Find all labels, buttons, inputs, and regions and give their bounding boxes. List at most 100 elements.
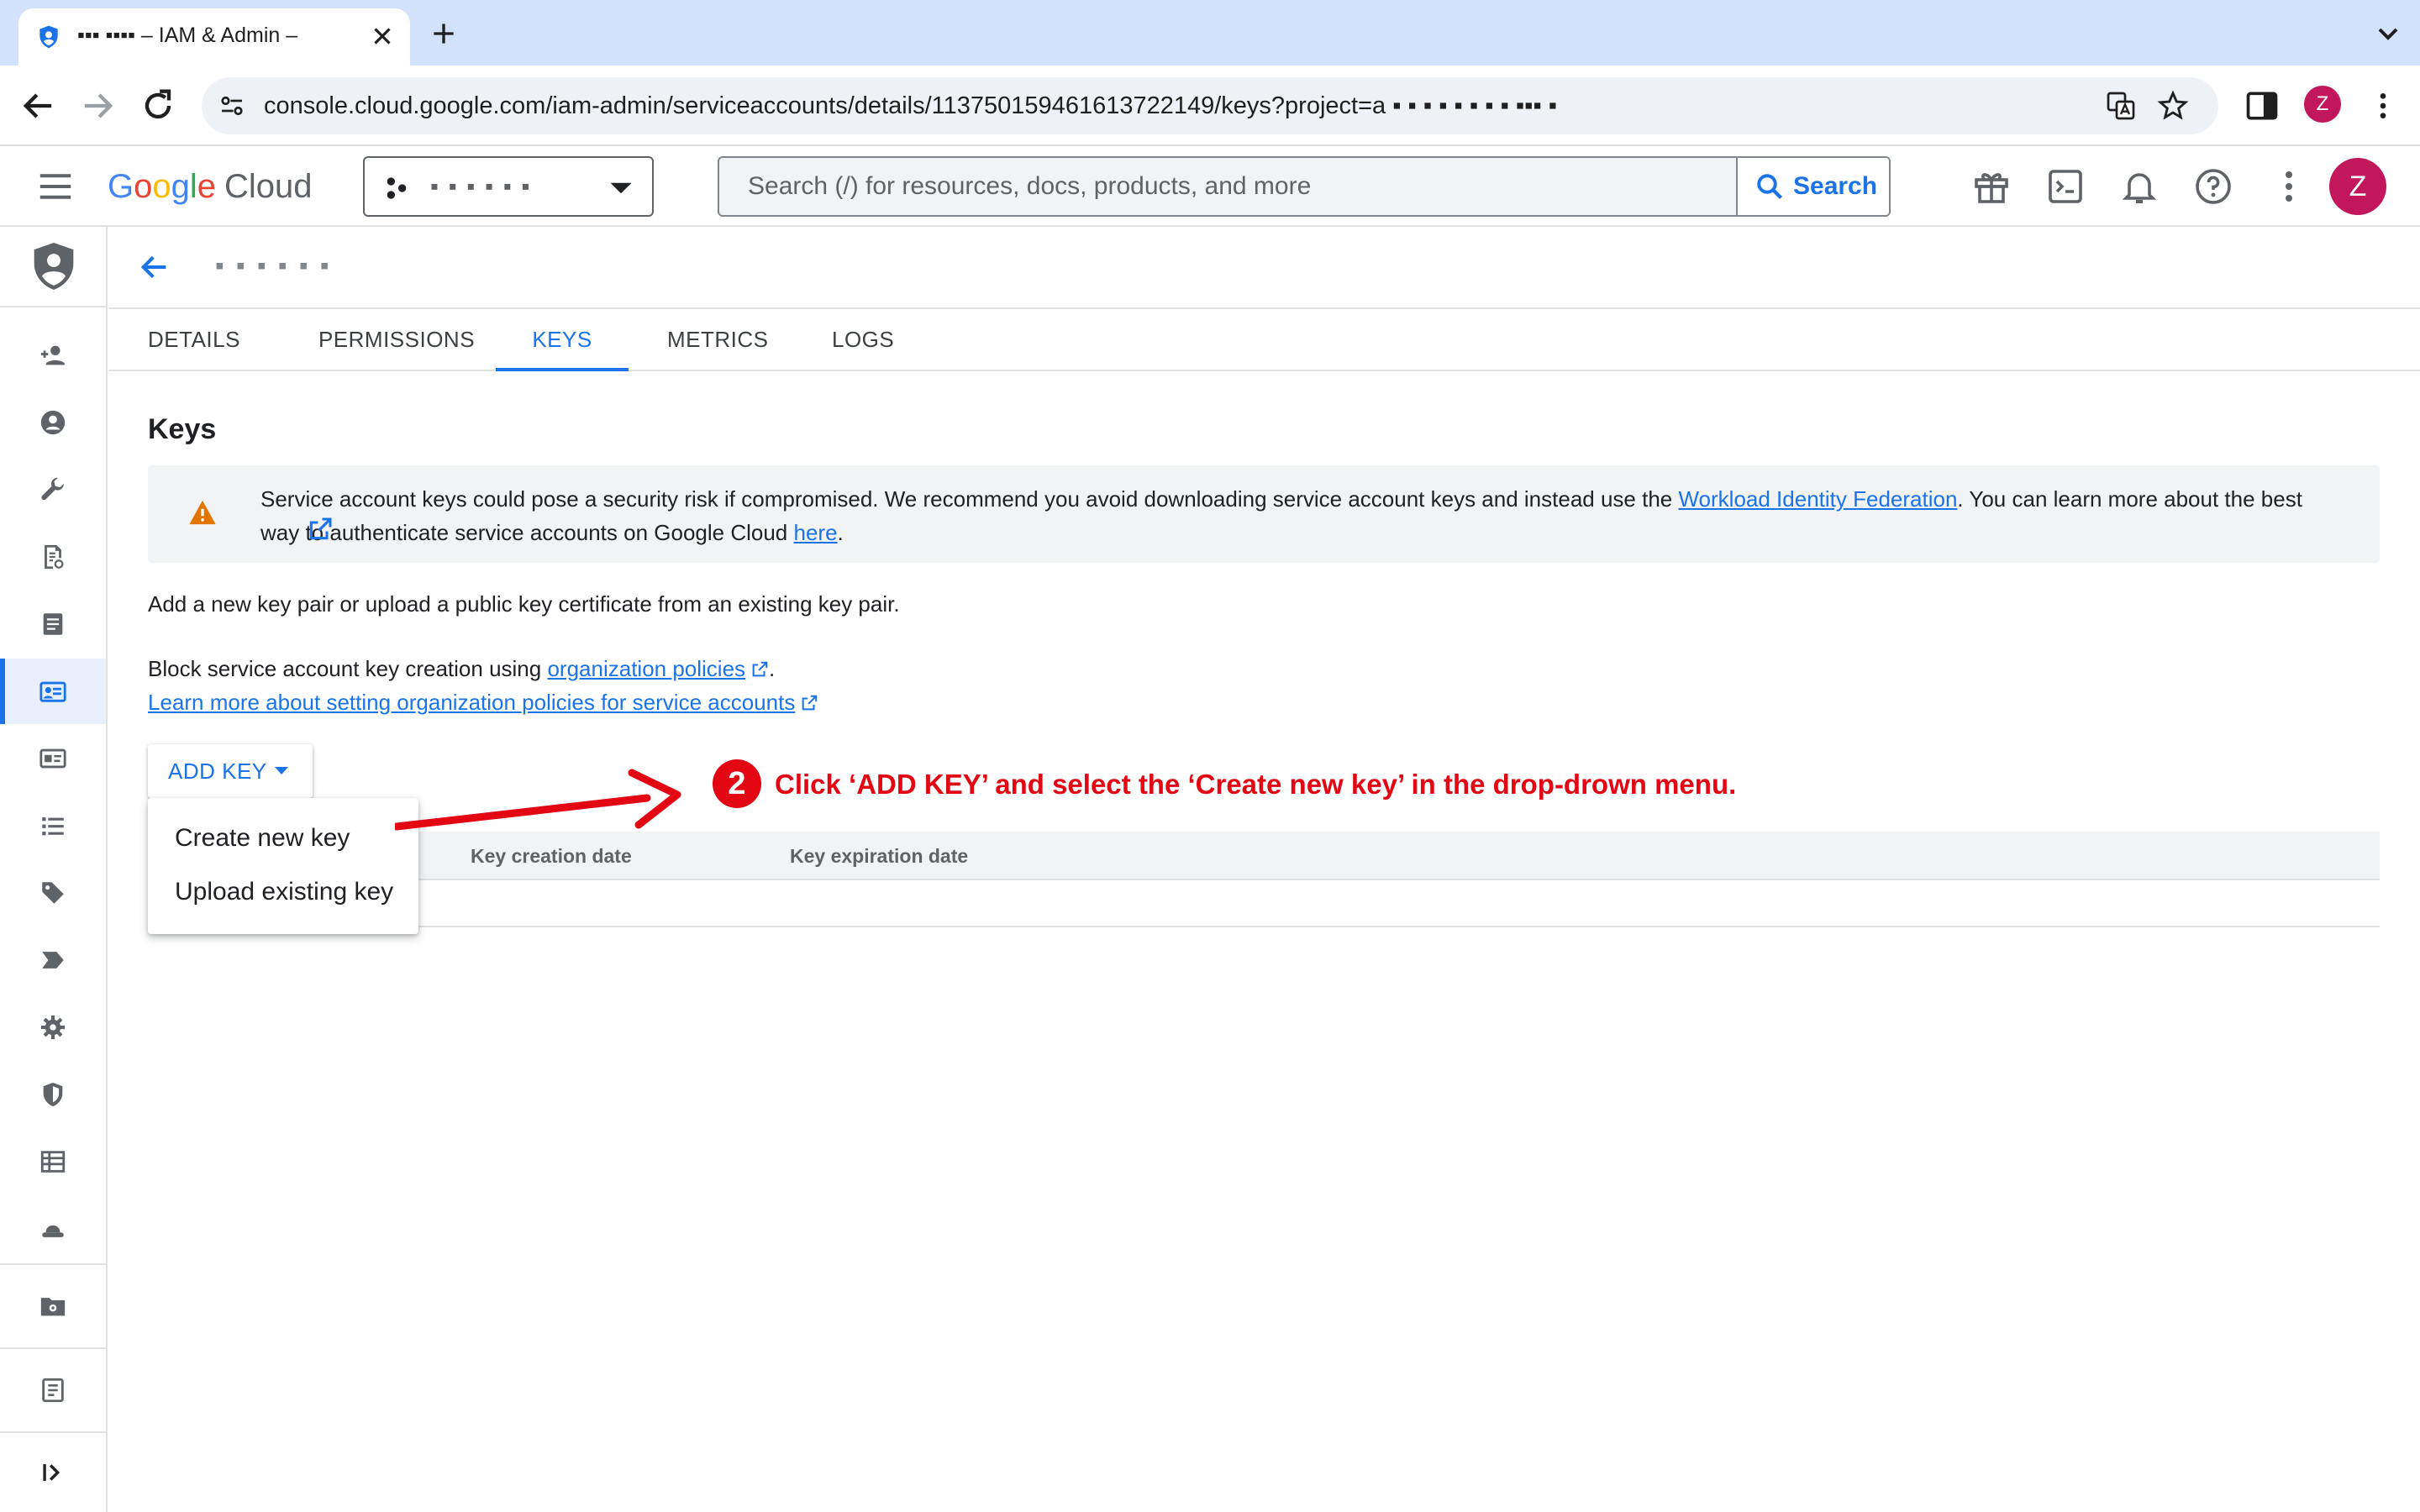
dropdown-caret-icon xyxy=(610,182,632,194)
project-hexagon-icon xyxy=(387,177,407,199)
search-input[interactable] xyxy=(719,158,1736,215)
tab-logs[interactable]: LOGS xyxy=(832,309,894,370)
cloud-shell-terminal-icon[interactable] xyxy=(2045,166,2086,207)
external-link-icon xyxy=(752,661,768,677)
warning-triangle-icon xyxy=(189,500,216,525)
project-picker[interactable]: ▪ ▪ ▪ ▪ ▪ ▪ xyxy=(363,156,654,217)
side-panel-icon[interactable] xyxy=(2244,87,2281,124)
link-label: Workload Identity Federation xyxy=(1678,486,1958,512)
here-link[interactable]: here xyxy=(309,517,838,545)
browser-toolbar: console.cloud.google.com/iam-admin/servi… xyxy=(0,66,2420,146)
rail-item-labels[interactable] xyxy=(0,793,106,858)
column-key-creation-date[interactable]: Key creation date xyxy=(471,832,632,880)
annotation-arrow xyxy=(395,769,681,831)
org-policy-paragraph: Block service account key creation using… xyxy=(148,652,818,719)
security-shield-icon xyxy=(43,1082,63,1107)
address-bar[interactable]: console.cloud.google.com/iam-admin/servi… xyxy=(202,77,2218,134)
keys-table-header: Key creation date Key expiration date xyxy=(148,832,2380,880)
warning-text: Service account keys could pose a securi… xyxy=(260,482,2344,549)
add-key-dropdown-menu: Create new key Upload existing key xyxy=(148,798,418,934)
tab-details[interactable]: DETAILS xyxy=(148,309,239,370)
step-number-badge: 2 xyxy=(713,759,761,808)
clipboard-icon xyxy=(42,1378,64,1403)
hat-icon xyxy=(42,1225,64,1237)
browser-tab-strip: ▪▪▪ ▪▪▪▪ – IAM & Admin – xyxy=(0,0,2420,66)
back-icon[interactable] xyxy=(17,84,60,128)
keys-table-body xyxy=(148,880,2380,927)
left-navigation-rail xyxy=(0,227,108,1512)
forward-icon[interactable] xyxy=(76,84,119,128)
rail-item-iam[interactable] xyxy=(0,323,106,388)
hamburger-menu-icon[interactable] xyxy=(37,170,74,203)
learn-more-org-policies-link[interactable]: Learn more about setting organization po… xyxy=(148,690,818,715)
close-tab-icon[interactable] xyxy=(368,22,397,50)
rail-item-identity-aware-proxy[interactable] xyxy=(0,1129,106,1194)
tab-keys[interactable]: KEYS xyxy=(496,309,629,371)
organization-policies-link[interactable]: organization policies xyxy=(547,656,769,681)
rail-item-policy-analyzer[interactable] xyxy=(0,524,106,590)
rail-item-roles[interactable] xyxy=(0,1196,106,1262)
rail-item-workload-identity[interactable] xyxy=(0,726,106,791)
add-key-description: Add a new key pair or upload a public ke… xyxy=(148,591,900,617)
chrome-menu-icon[interactable] xyxy=(2366,87,2400,124)
rail-item-settings[interactable] xyxy=(0,995,106,1060)
more-options-icon[interactable] xyxy=(2269,166,2309,207)
user-avatar[interactable]: Z xyxy=(2329,158,2386,215)
rail-item-asset-inventory[interactable] xyxy=(0,1273,106,1339)
notifications-bell-icon[interactable] xyxy=(2119,166,2160,207)
menu-item-create-new-key[interactable]: Create new key xyxy=(148,811,418,865)
search-button[interactable]: Search xyxy=(1736,158,1889,215)
rail-item-privacy-security[interactable] xyxy=(0,1062,106,1127)
back-arrow-icon[interactable] xyxy=(138,250,171,284)
new-tab-plus-icon[interactable] xyxy=(427,17,460,50)
workload-identity-federation-link[interactable]: Workload Identity Federation xyxy=(309,486,1958,540)
shield-favicon-icon xyxy=(39,25,58,49)
add-key-button[interactable]: ADD KEY xyxy=(148,744,313,798)
google-cloud-logo[interactable]: Google Cloud xyxy=(108,160,313,213)
tab-search-chevron-icon[interactable] xyxy=(2371,17,2405,50)
policy-document-icon xyxy=(45,544,64,570)
iam-shield-icon xyxy=(34,243,74,290)
id-card-icon xyxy=(39,748,66,769)
rail-divider xyxy=(0,1263,106,1265)
wrench-icon xyxy=(41,477,64,501)
rail-item-org-policies[interactable] xyxy=(0,591,106,657)
site-settings-icon[interactable] xyxy=(217,91,247,121)
rail-item-manage-resources[interactable] xyxy=(0,927,106,993)
translate-icon[interactable] xyxy=(2104,89,2138,123)
link-label: here xyxy=(793,520,838,545)
table-icon xyxy=(40,1151,66,1173)
browser-tab[interactable]: ▪▪▪ ▪▪▪▪ – IAM & Admin – xyxy=(18,8,410,66)
rail-divider xyxy=(0,1431,106,1433)
list-icon xyxy=(42,817,64,836)
block-text: Block service account key creation using xyxy=(148,656,548,681)
tab-metrics[interactable]: METRICS xyxy=(667,309,768,370)
column-key-expiration-date[interactable]: Key expiration date xyxy=(790,832,968,880)
rail-item-tags[interactable] xyxy=(0,860,106,926)
tag-icon xyxy=(42,882,64,904)
external-link-icon xyxy=(802,695,818,711)
chrome-profile-avatar[interactable]: Z xyxy=(2304,86,2341,123)
logo-letter: g xyxy=(171,168,190,205)
annotation-instruction: Click ‘ADD KEY’ and select the ‘Create n… xyxy=(775,769,1737,800)
logo-letter: e xyxy=(197,168,217,205)
rail-item-identity[interactable] xyxy=(0,390,106,455)
rail-expand-button[interactable] xyxy=(0,1440,106,1505)
logo-letter: o xyxy=(152,168,171,205)
rail-item-service-accounts[interactable] xyxy=(0,659,106,724)
tab-permissions[interactable]: PERMISSIONS xyxy=(313,309,481,370)
add-key-label: ADD KEY xyxy=(168,759,267,784)
reload-icon[interactable] xyxy=(136,84,180,128)
rail-item-release-notes[interactable] xyxy=(0,1357,106,1423)
gift-icon[interactable] xyxy=(1971,166,2012,207)
menu-item-upload-existing-key[interactable]: Upload existing key xyxy=(148,865,418,919)
document-icon xyxy=(43,613,63,635)
logo-letter: o xyxy=(134,168,153,205)
logo-letter: l xyxy=(189,168,197,205)
project-name: ▪ ▪ ▪ ▪ ▪ ▪ xyxy=(430,173,532,199)
help-question-icon[interactable] xyxy=(2193,166,2233,207)
bookmark-star-icon[interactable] xyxy=(2156,89,2190,123)
rail-item-troubleshooter[interactable] xyxy=(0,457,106,522)
link-label: organization policies xyxy=(547,656,746,681)
console-search: Search xyxy=(718,156,1891,217)
